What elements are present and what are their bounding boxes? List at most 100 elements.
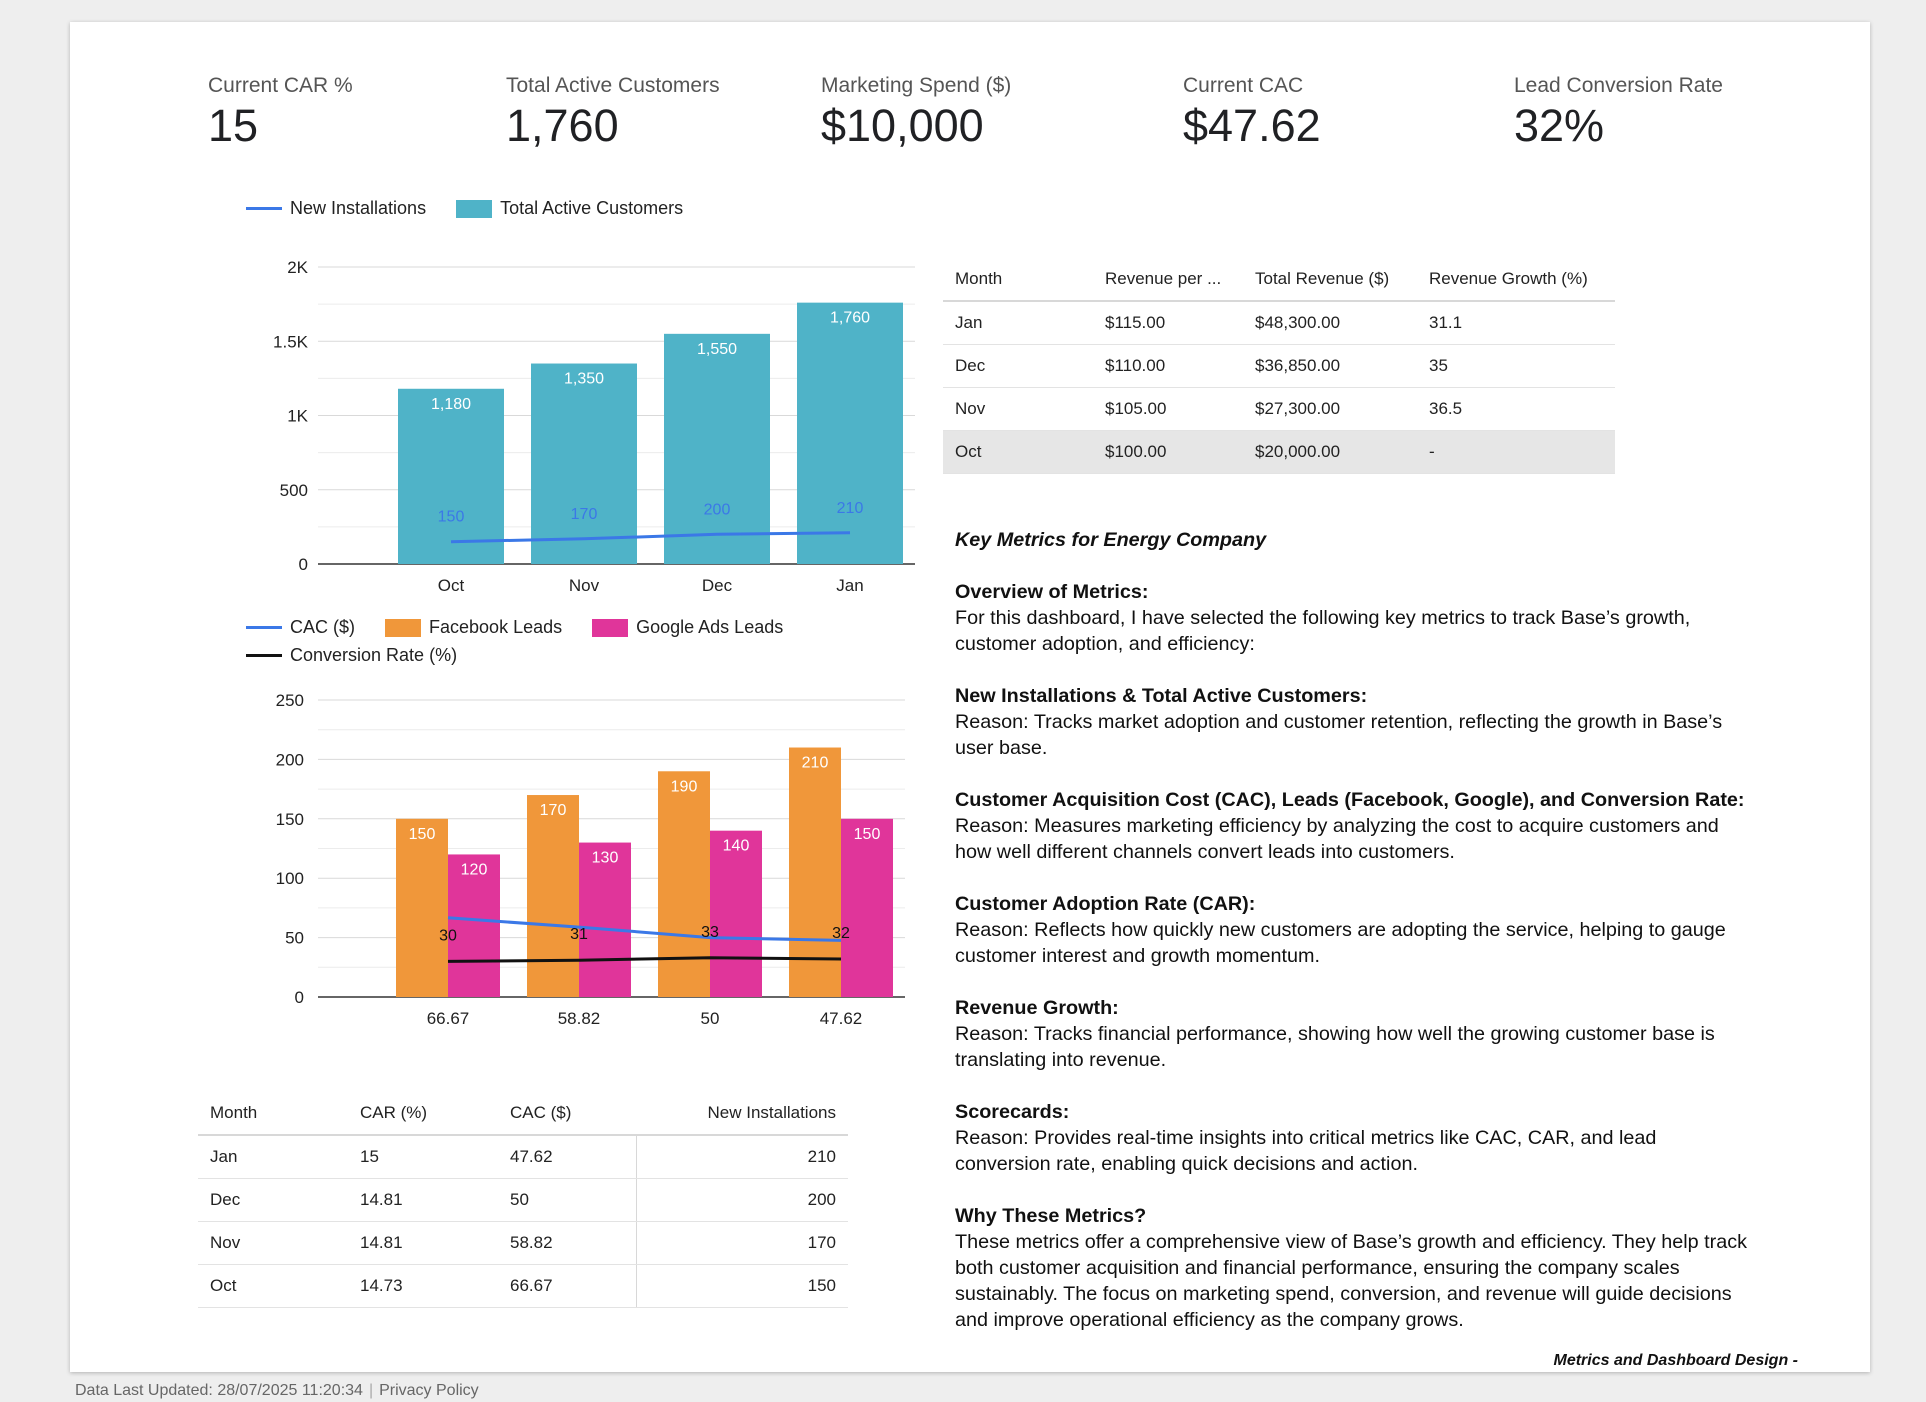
bar-data-label: 140 — [723, 838, 750, 855]
table-row[interactable]: Jan 15 47.62 210 — [198, 1135, 848, 1179]
footer-divider: | — [368, 1382, 374, 1399]
legend-line-swatch — [246, 626, 282, 629]
line-data-label: 30 — [439, 927, 457, 944]
scorecard-value: 15 — [208, 100, 259, 151]
notes-heading: Revenue Growth: — [955, 997, 1119, 1019]
metrics-notes: Key Metrics for Energy Company Overview … — [955, 527, 1755, 1359]
column-header[interactable]: New Installations — [636, 1092, 848, 1136]
table-row[interactable]: Jan $115.00 $48,300.00 31.1 — [943, 301, 1615, 345]
line-data-label: 200 — [704, 501, 731, 518]
notes-body: Reason: Measures marketing efficiency by… — [955, 815, 1719, 863]
legend-label: Google Ads Leads — [636, 617, 784, 637]
notes-body: For this dashboard, I have selected the … — [955, 607, 1691, 655]
notes-section: Revenue Growth: Reason: Tracks financial … — [955, 995, 1755, 1073]
bar-total-active-customers — [531, 363, 637, 564]
notes-body: These metrics offer a comprehensive view… — [955, 1231, 1748, 1331]
chart1-legend: New Installations Total Active Customers — [246, 198, 683, 219]
table-cell: 31.1 — [1417, 301, 1615, 345]
table-row[interactable]: Nov 14.81 58.82 170 — [198, 1221, 848, 1265]
legend-label: Conversion Rate (%) — [290, 645, 458, 665]
bar-data-label: 1,350 — [564, 371, 604, 388]
bar-facebook-leads — [527, 795, 579, 997]
y-tick-label: 500 — [280, 481, 308, 500]
scorecard-label: Current CAC — [1183, 74, 1304, 97]
notes-heading: New Installations & Total Active Custome… — [955, 685, 1368, 707]
bar-data-label: 210 — [802, 755, 829, 772]
column-header[interactable]: Month — [198, 1092, 348, 1136]
table-row[interactable]: Oct $100.00 $20,000.00 - — [943, 430, 1615, 474]
bar-data-label: 1,180 — [431, 396, 471, 413]
legend-line-swatch — [246, 207, 282, 210]
legend-line-swatch — [246, 654, 282, 657]
bar-facebook-leads — [658, 771, 710, 997]
table-row[interactable]: Nov $105.00 $27,300.00 36.5 — [943, 387, 1615, 431]
y-tick-label: 2K — [287, 258, 308, 277]
table-cell: Oct — [198, 1264, 348, 1308]
notes-heading: Scorecards: — [955, 1101, 1070, 1123]
bar-total-active-customers — [398, 388, 504, 564]
table-cell: Dec — [198, 1178, 348, 1222]
table-cell: Oct — [943, 430, 1093, 474]
table-cell: 14.81 — [348, 1178, 498, 1222]
table-cell: 35 — [1417, 344, 1615, 388]
leads-combo-chart[interactable]: 0 50 100 150 200 250 150 120 66.67 170 130 58.82 190… — [180, 677, 940, 1037]
bar-facebook-leads — [396, 818, 448, 997]
table-cell: 50 — [498, 1178, 636, 1222]
scorecard-label: Total Active Customers — [506, 74, 720, 97]
notes-heading: Customer Acquisition Cost (CAC), Leads (… — [955, 789, 1745, 811]
line-data-label: 170 — [571, 506, 598, 523]
table-cell: 15 — [348, 1135, 498, 1179]
column-header[interactable]: Month — [943, 258, 1093, 302]
table-header-row: Month CAR (%) CAC ($) New Installations — [198, 1092, 848, 1136]
x-tick-label: 50 — [701, 1009, 720, 1028]
scorecard-marketing-spend[interactable]: Marketing Spend ($) $10,000 — [821, 74, 1011, 152]
column-header[interactable]: Revenue per ... — [1093, 258, 1243, 302]
table-row[interactable]: Dec $110.00 $36,850.00 35 — [943, 344, 1615, 388]
column-header[interactable]: CAC ($) — [498, 1092, 636, 1136]
table-header-row: Month Revenue per ... Total Revenue ($) … — [943, 258, 1615, 302]
bar-total-active-customers — [797, 302, 903, 564]
y-tick-label: 100 — [276, 869, 304, 888]
table-cell: Jan — [943, 301, 1093, 345]
y-tick-label: 250 — [276, 691, 304, 710]
table-cell: 47.62 — [498, 1135, 636, 1179]
chart2-legend-row2: Conversion Rate (%) — [246, 645, 457, 666]
privacy-policy-link[interactable]: Privacy Policy — [379, 1382, 479, 1399]
x-tick-label: Jan — [836, 576, 863, 595]
bar-data-label: 190 — [671, 778, 698, 795]
scorecard-total-active-customers[interactable]: Total Active Customers 1,760 — [506, 74, 720, 152]
x-tick-label: Nov — [569, 576, 600, 595]
notes-section: Overview of Metrics: For this dashboard, … — [955, 579, 1755, 657]
line-conversion-rate — [447, 956, 842, 963]
table-cell: Nov — [943, 387, 1093, 431]
report-page: Current CAR % 15 Total Active Customers … — [70, 22, 1870, 1372]
revenue-table: Month Revenue per ... Total Revenue ($) … — [943, 258, 1615, 474]
scorecard-lead-conversion-rate[interactable]: Lead Conversion Rate 32% — [1514, 74, 1723, 152]
customers-combo-chart[interactable]: 0 500 1K 1.5K 2K 1,180 Oct 1,350 Nov 1,550 Dec 1,76… — [180, 232, 940, 612]
scorecard-current-cac[interactable]: Current CAC $47.62 — [1183, 74, 1321, 152]
scorecard-car[interactable]: Current CAR % 15 — [208, 74, 353, 152]
column-header[interactable]: Revenue Growth (%) — [1417, 258, 1615, 302]
scorecard-value: 32% — [1514, 100, 1605, 151]
legend-box-swatch — [385, 618, 422, 637]
column-header[interactable]: CAR (%) — [348, 1092, 498, 1136]
y-tick-label: 150 — [276, 810, 304, 829]
table-cell: 200 — [635, 1178, 848, 1222]
bar-data-label: 120 — [461, 861, 488, 878]
table-row[interactable]: Oct 14.73 66.67 150 — [198, 1264, 848, 1308]
notes-section: Why These Metrics? These metrics offer a … — [955, 1203, 1755, 1333]
legend-box-swatch — [592, 618, 629, 637]
notes-section: New Installations & Total Active Custome… — [955, 683, 1755, 761]
signature-text: Metrics and Dashboard Design - — [1553, 1352, 1799, 1369]
column-header[interactable]: Total Revenue ($) — [1243, 258, 1417, 302]
table-cell: $115.00 — [1093, 301, 1243, 345]
notes-heading: Why These Metrics? — [955, 1205, 1147, 1227]
table-cell: 58.82 — [498, 1221, 636, 1265]
scorecard-label: Lead Conversion Rate — [1514, 74, 1723, 97]
line-data-label: 33 — [701, 924, 719, 941]
bar-data-label: 170 — [540, 802, 567, 819]
table-row[interactable]: Dec 14.81 50 200 — [198, 1178, 848, 1222]
line-cac — [447, 916, 842, 942]
x-tick-label: Dec — [702, 576, 733, 595]
table-cell: $48,300.00 — [1243, 301, 1417, 345]
